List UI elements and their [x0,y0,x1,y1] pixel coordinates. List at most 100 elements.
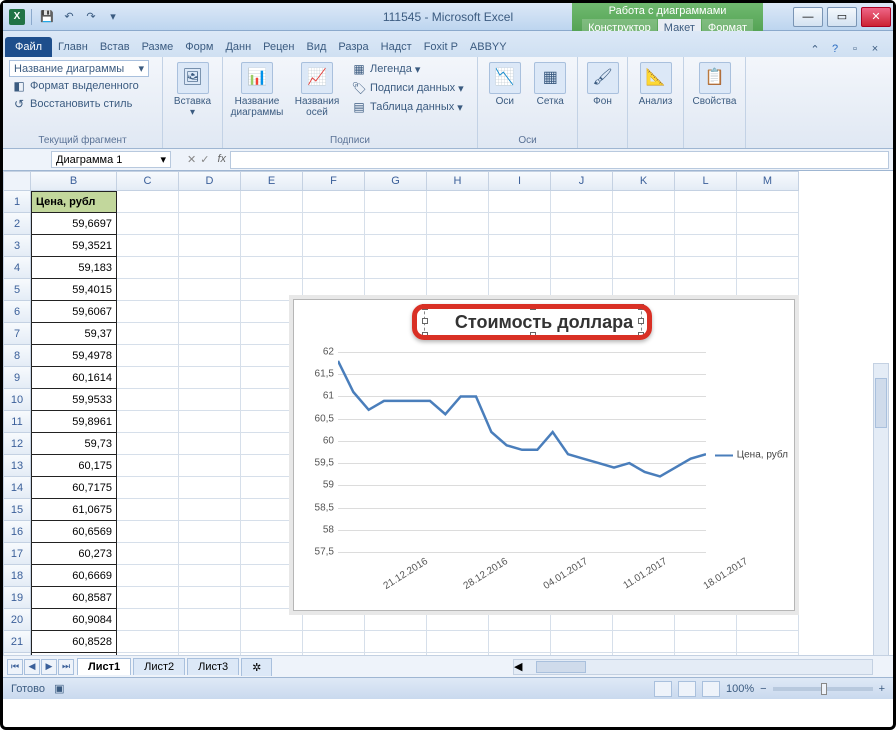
cell-F3[interactable] [303,235,365,257]
tab-file[interactable]: Файл [5,37,52,57]
cell-I4[interactable] [489,257,551,279]
reset-style-button[interactable]: ↺Восстановить стиль [9,95,156,113]
cell-B15[interactable]: 61,0675 [31,499,117,521]
row-header-3[interactable]: 3 [3,235,31,257]
tab-review[interactable]: Рецен [257,37,300,57]
cell-G1[interactable] [365,191,427,213]
cell-L2[interactable] [675,213,737,235]
cell-H2[interactable] [427,213,489,235]
fx-icon[interactable]: fx [217,153,226,166]
cell-C11[interactable] [117,411,179,433]
row-header-16[interactable]: 16 [3,521,31,543]
cell-G2[interactable] [365,213,427,235]
data-table-button[interactable]: ▤Таблица данных▾ [349,98,466,116]
row-header-11[interactable]: 11 [3,411,31,433]
cell-F1[interactable] [303,191,365,213]
cell-D4[interactable] [179,257,241,279]
cell-D20[interactable] [179,609,241,631]
sheet-nav-next[interactable]: ▶ [41,659,57,675]
cancel-formula-icon[interactable]: ✕ [187,153,196,166]
sheet-tab-2[interactable]: Лист2 [133,658,185,675]
cell-L5[interactable] [675,279,737,301]
row-header-5[interactable]: 5 [3,279,31,301]
cell-H1[interactable] [427,191,489,213]
enter-formula-icon[interactable]: ✓ [200,153,209,166]
tab-addins[interactable]: Надст [375,37,418,57]
zoom-in-button[interactable]: + [879,683,885,695]
cell-M4[interactable] [737,257,799,279]
row-header-17[interactable]: 17 [3,543,31,565]
cell-D17[interactable] [179,543,241,565]
zoom-slider[interactable] [773,687,873,691]
cell-H5[interactable] [427,279,489,301]
cell-I1[interactable] [489,191,551,213]
cell-G5[interactable] [365,279,427,301]
tab-pagelayout[interactable]: Разме [136,37,180,57]
cell-L1[interactable] [675,191,737,213]
row-header-4[interactable]: 4 [3,257,31,279]
tab-insert[interactable]: Встав [94,37,136,57]
tab-formulas[interactable]: Форм [179,37,219,57]
cell-D1[interactable] [179,191,241,213]
new-sheet-button[interactable]: ✲ [241,658,272,676]
cell-M3[interactable] [737,235,799,257]
cell-B9[interactable]: 60,1614 [31,367,117,389]
cell-B2[interactable]: 59,6697 [31,213,117,235]
row-header-7[interactable]: 7 [3,323,31,345]
cell-B19[interactable]: 60,8587 [31,587,117,609]
save-button[interactable]: 💾 [38,8,56,26]
legend-button[interactable]: ▦Легенда▾ [349,60,466,78]
col-header-F[interactable]: F [303,171,365,191]
cell-C3[interactable] [117,235,179,257]
col-header-D[interactable]: D [179,171,241,191]
row-header-18[interactable]: 18 [3,565,31,587]
cell-D15[interactable] [179,499,241,521]
cell-C7[interactable] [117,323,179,345]
cell-C15[interactable] [117,499,179,521]
cell-B16[interactable]: 60,6569 [31,521,117,543]
cell-C1[interactable] [117,191,179,213]
cell-B20[interactable]: 60,9084 [31,609,117,631]
undo-button[interactable]: ↶ [60,8,78,26]
cell-G21[interactable] [365,631,427,653]
cell-E2[interactable] [241,213,303,235]
chart-legend[interactable]: Цена, рубл [715,450,788,461]
cell-C18[interactable] [117,565,179,587]
row-header-6[interactable]: 6 [3,301,31,323]
row-header-14[interactable]: 14 [3,477,31,499]
cell-I3[interactable] [489,235,551,257]
cell-J20[interactable] [551,609,613,631]
cell-D2[interactable] [179,213,241,235]
cell-D21[interactable] [179,631,241,653]
view-pagebreak-button[interactable] [702,681,720,697]
cell-B12[interactable]: 59,73 [31,433,117,455]
cell-I5[interactable] [489,279,551,301]
analysis-button[interactable]: 📐Анализ [634,60,677,109]
col-header-K[interactable]: K [613,171,675,191]
sheet-nav-last[interactable]: ⏭ [58,659,74,675]
cell-C9[interactable] [117,367,179,389]
cell-D6[interactable] [179,301,241,323]
doc-restore-icon[interactable]: ▫ [847,41,863,57]
view-pagelayout-button[interactable] [678,681,696,697]
cell-B7[interactable]: 59,37 [31,323,117,345]
background-button[interactable]: 🖌Фон [584,60,621,109]
tab-view[interactable]: Вид [301,37,333,57]
cell-C20[interactable] [117,609,179,631]
doc-close-icon[interactable]: × [867,41,883,57]
format-selection-button[interactable]: ◧Формат выделенного [9,77,156,95]
cell-B18[interactable]: 60,6669 [31,565,117,587]
cell-L3[interactable] [675,235,737,257]
cell-K2[interactable] [613,213,675,235]
zoom-level[interactable]: 100% [726,683,754,695]
embedded-chart[interactable]: Стоимость доллара 57,55858,55959,56060,5… [293,299,795,611]
cell-H4[interactable] [427,257,489,279]
cell-K3[interactable] [613,235,675,257]
cell-B5[interactable]: 59,4015 [31,279,117,301]
cell-C5[interactable] [117,279,179,301]
row-header-19[interactable]: 19 [3,587,31,609]
chart-title-button[interactable]: 📊Название диаграммы [229,60,285,120]
row-header-2[interactable]: 2 [3,213,31,235]
cell-J21[interactable] [551,631,613,653]
maximize-button[interactable]: ▭ [827,7,857,27]
